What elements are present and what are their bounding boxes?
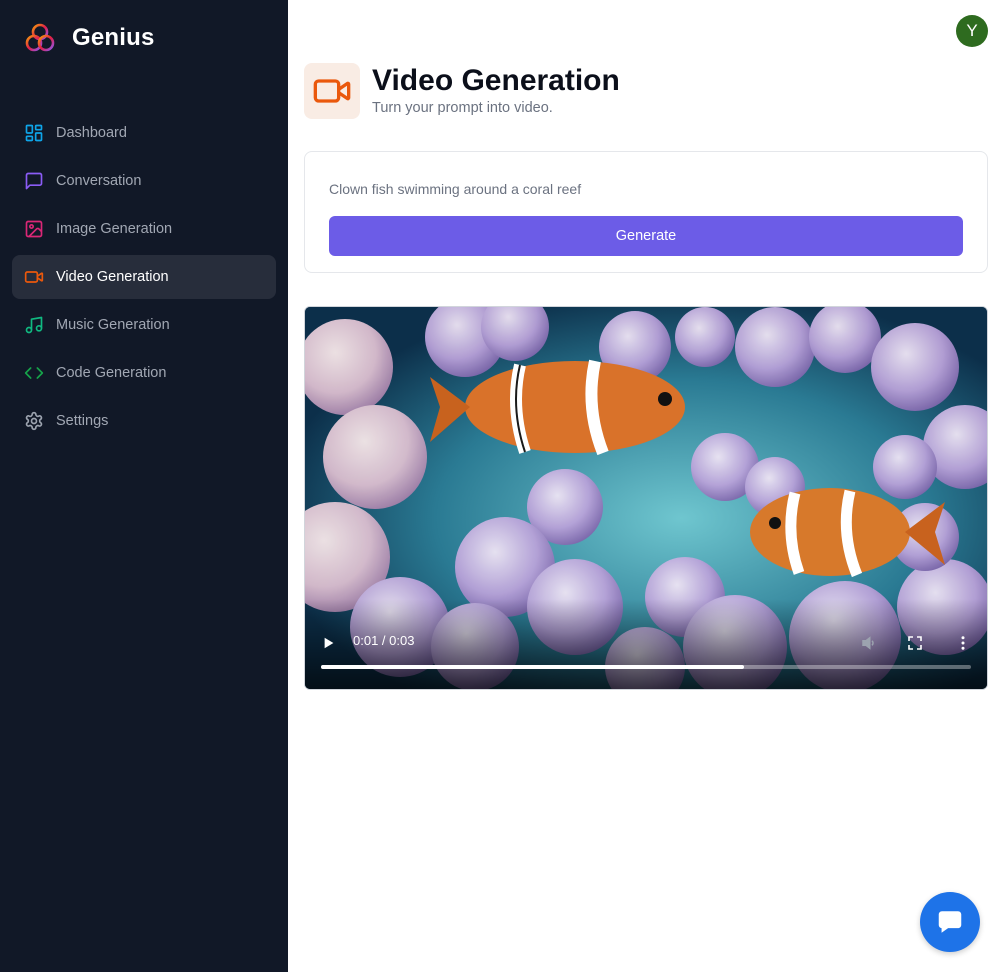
chat-bubble-icon: [938, 911, 962, 933]
music-icon: [24, 315, 44, 335]
more-vertical-icon: [961, 636, 965, 650]
page-title: Video Generation: [372, 64, 620, 97]
sidebar-item-image-generation[interactable]: Image Generation: [12, 207, 276, 251]
sidebar-item-label: Dashboard: [56, 125, 127, 141]
image-icon: [24, 219, 44, 239]
sidebar-item-label: Code Generation: [56, 365, 167, 381]
play-button[interactable]: [319, 633, 339, 653]
prompt-form: Generate: [304, 151, 988, 273]
play-icon: [324, 637, 334, 649]
video-icon: [24, 267, 44, 287]
fullscreen-button[interactable]: [903, 631, 927, 655]
prompt-input[interactable]: [329, 178, 963, 200]
sidebar-item-label: Image Generation: [56, 221, 173, 237]
layout-dashboard-icon: [24, 123, 44, 143]
volume-icon: [862, 636, 874, 650]
heading-icon-box: [304, 63, 360, 119]
video-time-display: 0:01 / 0:03: [353, 633, 415, 648]
brand[interactable]: Genius: [24, 22, 155, 54]
sidebar-item-label: Settings: [56, 413, 109, 429]
sidebar-item-code-generation[interactable]: Code Generation: [12, 351, 276, 395]
fullscreen-icon: [908, 636, 922, 650]
sidebar-item-video-generation[interactable]: Video Generation: [12, 255, 276, 299]
sidebar-item-conversation[interactable]: Conversation: [12, 159, 276, 203]
page-description: Turn your prompt into video.: [372, 100, 553, 116]
sidebar-item-music-generation[interactable]: Music Generation: [12, 303, 276, 347]
avatar-initial: Y: [966, 21, 978, 40]
sidebar-nav: Dashboard Conversation Image Generation …: [12, 111, 276, 447]
video-player[interactable]: 0:01 / 0:03: [304, 306, 988, 690]
video-progress-fill: [321, 665, 744, 669]
video-icon: [313, 79, 351, 103]
sidebar-item-label: Conversation: [56, 173, 142, 189]
code-icon: [24, 363, 44, 383]
sidebar-item-label: Music Generation: [56, 317, 170, 333]
more-options-button[interactable]: [951, 631, 975, 655]
sidebar: Genius Dashboard Conversation Image Gene…: [0, 0, 288, 972]
genius-logo-icon: [25, 23, 55, 52]
brand-name: Genius: [72, 24, 155, 51]
mute-button[interactable]: [857, 631, 881, 655]
sidebar-item-settings[interactable]: Settings: [12, 399, 276, 443]
settings-icon: [24, 411, 44, 431]
chat-launcher-button[interactable]: [920, 892, 980, 952]
user-avatar[interactable]: Y: [956, 15, 988, 47]
message-square-icon: [24, 171, 44, 191]
sidebar-item-dashboard[interactable]: Dashboard: [12, 111, 276, 155]
sidebar-item-label: Video Generation: [56, 269, 169, 285]
video-progress-bar[interactable]: [321, 665, 971, 669]
generate-button[interactable]: Generate: [329, 216, 963, 256]
